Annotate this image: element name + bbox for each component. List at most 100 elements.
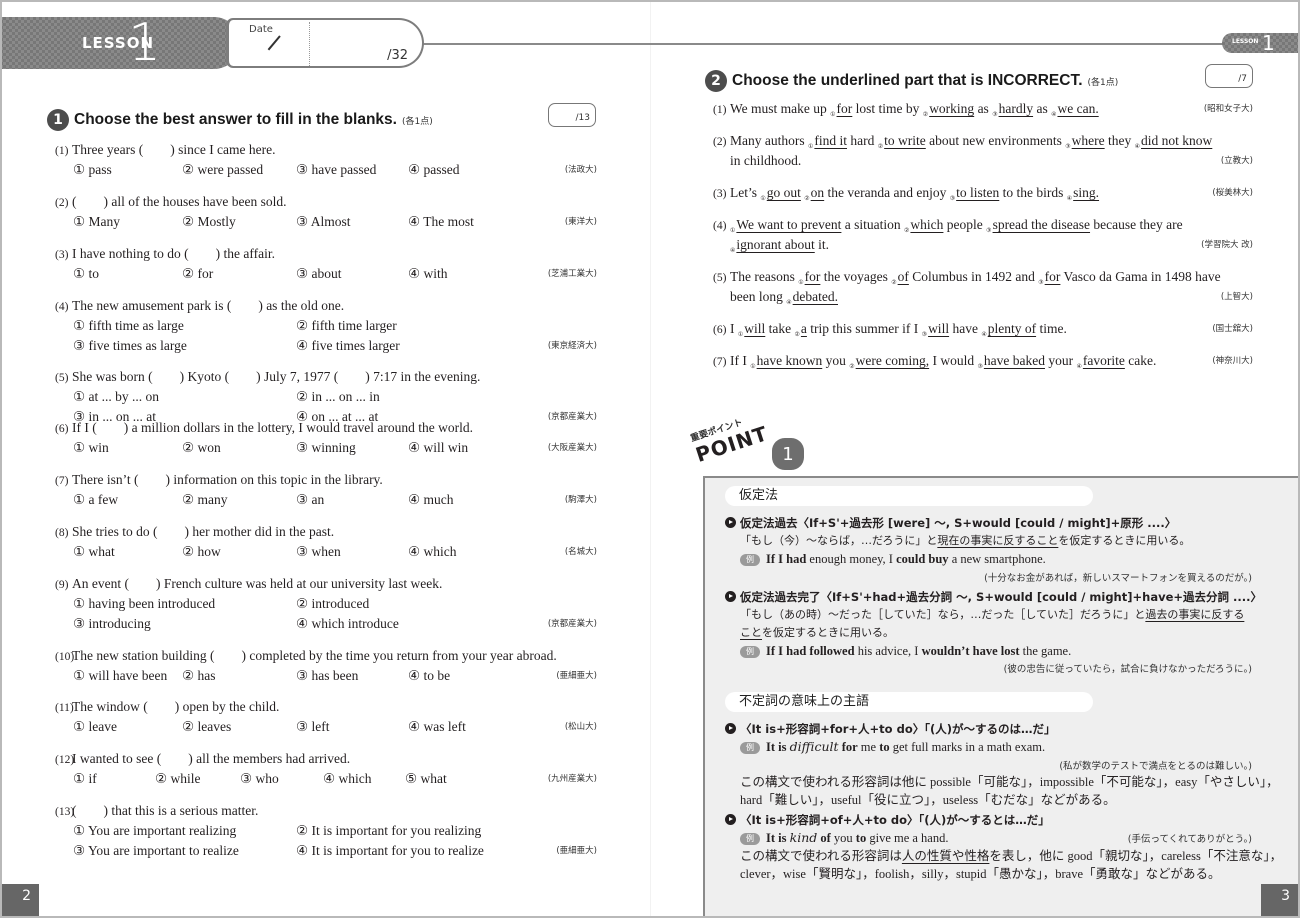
- answer-option[interactable]: ② leaves: [182, 717, 231, 737]
- section1-score-box[interactable]: /13: [548, 103, 596, 127]
- section2-score-box[interactable]: /7: [1205, 64, 1253, 88]
- answer-option[interactable]: ③ an: [296, 490, 324, 510]
- question-item: (4) The new amusement park is ( ) as the …: [55, 296, 597, 356]
- note-2-line2: clever，wise「賢明な」，foolish，silly，stupid「愚か…: [740, 867, 1221, 881]
- answer-option[interactable]: ② It is important for you realizing: [296, 821, 481, 841]
- answer-option[interactable]: ③ Almost: [296, 212, 351, 232]
- answer-option[interactable]: ② while: [155, 769, 200, 789]
- answer-option[interactable]: ③ who: [240, 769, 279, 789]
- answer-option[interactable]: ① to: [73, 264, 99, 284]
- answer-option[interactable]: ② many: [182, 490, 227, 510]
- answer-option[interactable]: ① will have been: [73, 666, 167, 686]
- question-number: (5): [713, 272, 727, 284]
- answer-option[interactable]: ③ five times as large: [73, 336, 187, 356]
- answer-option[interactable]: ③ introducing: [73, 614, 151, 634]
- answer-option[interactable]: ③ left: [296, 717, 329, 737]
- underlined-choice[interactable]: favorite: [1083, 353, 1125, 368]
- answer-option[interactable]: ② Mostly: [182, 212, 236, 232]
- answer-option[interactable]: ① what: [73, 542, 115, 562]
- answer-option[interactable]: ② in ... on ... in: [296, 387, 380, 407]
- answer-option[interactable]: ③ about: [296, 264, 341, 284]
- underline-marker: ④: [981, 332, 987, 338]
- underlined-choice[interactable]: did not know: [1141, 133, 1212, 148]
- example-3-translation: (私が数学のテストで満点をとるのは難しい。): [1059, 761, 1252, 772]
- answer-option[interactable]: ④ passed: [408, 160, 459, 180]
- answer-option[interactable]: ④ which: [408, 542, 456, 562]
- underlined-choice[interactable]: working: [929, 101, 974, 116]
- answer-option[interactable]: ① leave: [73, 717, 117, 737]
- question-text: Three years ( ) since I came here.: [72, 142, 276, 157]
- answer-option[interactable]: ③ winning: [296, 438, 356, 458]
- underlined-choice[interactable]: were coming,: [856, 353, 929, 368]
- answer-option[interactable]: ① fifth time as large: [73, 316, 184, 336]
- error-question: (1) We must make up ①for lost time by ②wo…: [713, 101, 1253, 118]
- underlined-choice[interactable]: sing.: [1073, 185, 1099, 200]
- answer-option[interactable]: ④ much: [408, 490, 453, 510]
- underlined-choice[interactable]: to write: [884, 133, 926, 148]
- answer-option[interactable]: ③ when: [296, 542, 341, 562]
- underlined-choice[interactable]: go out: [767, 185, 801, 200]
- answer-option[interactable]: ① win: [73, 438, 109, 458]
- underlined-choice[interactable]: will: [928, 321, 949, 336]
- underlined-choice[interactable]: for: [1045, 269, 1061, 284]
- date-score-box[interactable]: Date /32: [226, 18, 424, 68]
- section-title: Choose the best answer to fill in the bl…: [74, 111, 397, 128]
- answer-option[interactable]: ④ will win: [408, 438, 468, 458]
- underlined-choice[interactable]: spread the disease: [993, 217, 1090, 232]
- answer-option[interactable]: ③ You are important to realize: [73, 841, 239, 861]
- underlined-choice[interactable]: plenty of: [988, 321, 1036, 336]
- answer-option[interactable]: ④ with: [408, 264, 447, 284]
- underlined-choice[interactable]: where: [1072, 133, 1105, 148]
- answer-option[interactable]: ③ has been: [296, 666, 358, 686]
- answer-option[interactable]: ② how: [182, 542, 221, 562]
- answer-option[interactable]: ③ have passed: [296, 160, 376, 180]
- answer-option[interactable]: ② introduced: [296, 594, 369, 614]
- underlined-choice[interactable]: for: [837, 101, 853, 116]
- answer-option[interactable]: ④ which: [323, 769, 371, 789]
- underlined-choice[interactable]: a: [801, 321, 807, 336]
- answer-option[interactable]: ② won: [182, 438, 221, 458]
- underline-marker: ①: [808, 144, 814, 150]
- options-row: ① Many ② Mostly ③ Almost ④ The most (東洋大): [55, 212, 597, 232]
- answer-option[interactable]: ④ It is important for you to realize: [296, 841, 484, 861]
- underlined-choice[interactable]: We want to prevent: [736, 217, 841, 232]
- underlined-choice[interactable]: which: [910, 217, 943, 232]
- underlined-choice[interactable]: to listen: [956, 185, 999, 200]
- options-row: ① will have been ② has ③ has been ④ to be (亜…: [55, 666, 597, 686]
- underlined-choice[interactable]: will: [744, 321, 765, 336]
- source-label: (東洋大): [564, 217, 597, 227]
- answer-option[interactable]: ① pass: [73, 160, 112, 180]
- underlined-choice[interactable]: ignorant about: [736, 237, 814, 252]
- answer-option[interactable]: ① having been introduced: [73, 594, 215, 614]
- answer-option[interactable]: ① if: [73, 769, 97, 789]
- answer-option[interactable]: ② were passed: [182, 160, 263, 180]
- section-number-badge: 1: [47, 109, 69, 131]
- underlined-choice[interactable]: have known: [757, 353, 823, 368]
- answer-option[interactable]: ② has: [182, 666, 215, 686]
- underlined-choice[interactable]: hardly: [999, 101, 1034, 116]
- answer-option[interactable]: ④ The most: [408, 212, 474, 232]
- underlined-choice[interactable]: have baked: [984, 353, 1045, 368]
- question-text: ( ) that this is a serious matter.: [72, 803, 259, 818]
- answer-option[interactable]: ④ to be: [408, 666, 450, 686]
- underlined-choice[interactable]: we can.: [1057, 101, 1098, 116]
- answer-option[interactable]: ① a few: [73, 490, 118, 510]
- note-1-line1: この構文で使われる形容詞は他に possible「可能な」，impossible…: [740, 775, 1279, 789]
- answer-option[interactable]: ④ was left: [408, 717, 466, 737]
- topic-pill-subjunctive: 仮定法: [725, 486, 1093, 506]
- answer-option[interactable]: ② for: [182, 264, 213, 284]
- underlined-choice[interactable]: debated.: [793, 289, 838, 304]
- answer-option[interactable]: ② fifth time larger: [296, 316, 397, 336]
- options-row: ① You are important realizing ② It is imp…: [55, 821, 597, 841]
- answer-option[interactable]: ① Many: [73, 212, 120, 232]
- answer-option[interactable]: ④ which introduce: [296, 614, 399, 634]
- answer-option[interactable]: ⑤ what: [405, 769, 447, 789]
- underlined-choice[interactable]: on: [811, 185, 825, 200]
- underlined-choice[interactable]: find it: [814, 133, 847, 148]
- underlined-choice[interactable]: for: [805, 269, 821, 284]
- answer-option[interactable]: ④ five times larger: [296, 336, 400, 356]
- answer-option[interactable]: ① You are important realizing: [73, 821, 236, 841]
- answer-option[interactable]: ① at ... by ... on: [73, 387, 159, 407]
- question-number: (3): [713, 188, 727, 200]
- underlined-choice[interactable]: of: [898, 269, 909, 284]
